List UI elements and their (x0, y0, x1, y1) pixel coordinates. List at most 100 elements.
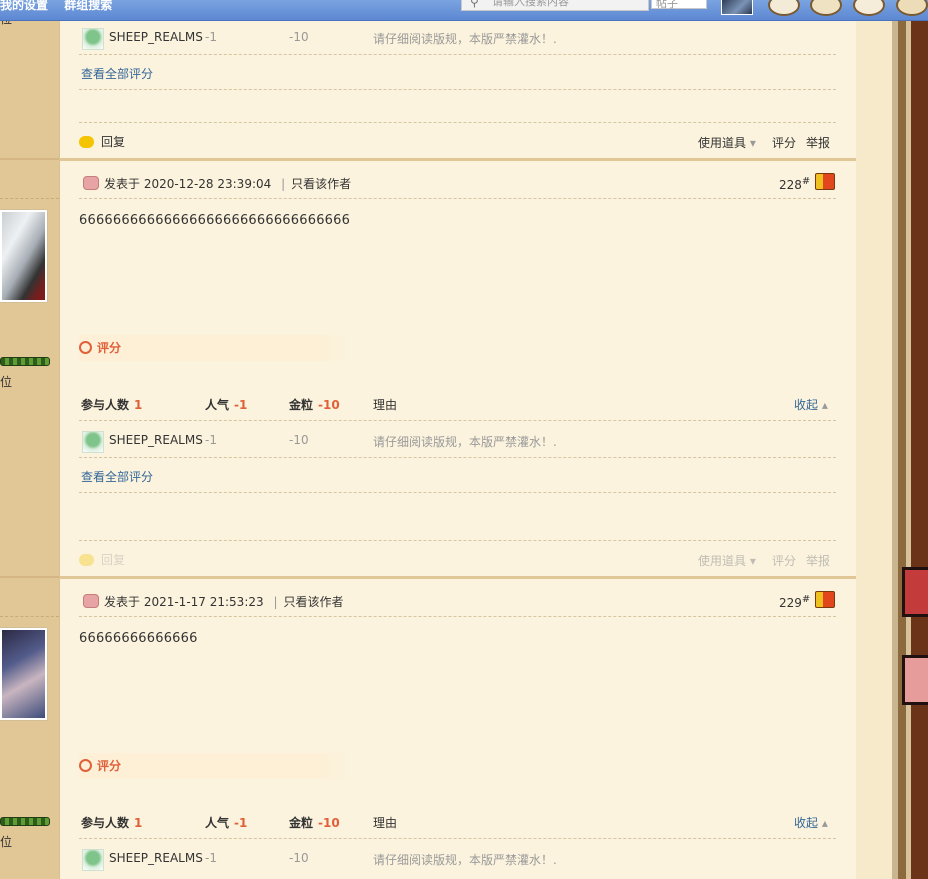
coins-label: 金粒 (289, 398, 314, 412)
user-icon[interactable] (82, 849, 104, 871)
divider (79, 122, 836, 123)
rating-header: 参与人数 1 (81, 816, 143, 830)
chevron-up-icon: ▴ (818, 398, 828, 412)
rating-title: 评分 (79, 757, 121, 774)
online-status-icon (83, 594, 99, 608)
view-all-ratings-link[interactable]: 查看全部评分 (81, 468, 153, 485)
rater-name[interactable]: SHEEP_REALMS (109, 433, 203, 447)
use-item-button[interactable]: 使用道具 ▾ (698, 552, 756, 569)
divider (79, 420, 836, 421)
gift-icon[interactable] (810, 0, 842, 16)
search-placeholder: 请输入搜索内容 (492, 0, 569, 8)
search-type-select[interactable]: 帖子 (651, 0, 707, 10)
popularity-label: 人气 (205, 398, 230, 412)
chevron-up-icon: ▴ (818, 816, 828, 830)
divider (79, 457, 836, 458)
rating-banner: 评分 (79, 753, 349, 779)
post-meta: 发表于 2020-12-28 23:39:04 | 只看该作者 (83, 175, 351, 192)
rating-popularity: -1 (205, 30, 217, 44)
top-link[interactable]: 群组搜索 (64, 0, 112, 12)
divider (79, 540, 836, 541)
report-button[interactable]: 举报 (806, 552, 830, 569)
page-right-frame (856, 0, 928, 879)
rating-entry: SHEEP_REALMS -1 -10 请仔细阅读版规，本版严禁灌水！. (79, 849, 836, 877)
sidebar-divider (0, 616, 59, 617)
rating-popularity: -1 (205, 851, 217, 865)
floor-number[interactable]: 228# (779, 176, 810, 192)
post-separator (60, 576, 856, 579)
reply-button[interactable]: 回复 (79, 551, 125, 568)
reason-label: 理由 (373, 816, 398, 830)
post-date: 发表于 2020-12-28 23:39:04 (104, 177, 272, 191)
sidebar-separator (0, 158, 59, 160)
rating-title: 评分 (79, 339, 121, 356)
ring-icon (79, 759, 92, 772)
author-sidebar: 位 位 位 (0, 0, 60, 879)
rating-reason: 请仔细阅读版规，本版严禁灌水！. (373, 32, 557, 46)
post-meta: 发表于 2021-1-17 21:53:23 | 只看该作者 (83, 593, 344, 610)
ring-icon (79, 341, 92, 354)
rate-button[interactable]: 评分 (772, 552, 796, 569)
use-item-button[interactable]: 使用道具 ▾ (698, 134, 756, 151)
rating-entry: SHEEP_REALMS -1 -10 请仔细阅读版规，本版严禁灌水！. (79, 431, 836, 459)
reply-button[interactable]: 回复 (79, 133, 125, 150)
notification-icon[interactable] (853, 0, 885, 16)
reason-label: 理由 (373, 398, 398, 412)
popularity-label: 人气 (205, 816, 230, 830)
reply-icon (79, 136, 94, 148)
rater-name[interactable]: SHEEP_REALMS (109, 851, 203, 865)
user-avatar[interactable] (721, 0, 753, 15)
post-separator (60, 158, 856, 161)
rate-button[interactable]: 评分 (772, 134, 796, 151)
search-input[interactable]: ⚲ 请输入搜索内容 (461, 0, 649, 11)
divider (79, 838, 836, 839)
post-body: 66666666666666 (79, 631, 198, 646)
user-icon[interactable] (82, 431, 104, 453)
collapse-button[interactable]: 收起 ▴ (794, 396, 828, 413)
user-icon[interactable] (82, 28, 104, 50)
search-icon[interactable]: ⚲ (470, 0, 479, 9)
popularity-total: -1 (234, 816, 248, 830)
sidebar-separator (0, 576, 59, 578)
post-body: 66666666666666666666666666666666 (79, 213, 351, 228)
chevron-down-icon: ▾ (746, 554, 756, 568)
divider (79, 89, 836, 90)
view-all-ratings-link[interactable]: 查看全部评分 (81, 65, 153, 82)
flag-icon[interactable] (815, 173, 835, 190)
avatar[interactable] (0, 210, 47, 302)
rater-name[interactable]: SHEEP_REALMS (109, 30, 203, 44)
rating-header: 参与人数 1 (81, 398, 143, 412)
popularity-total: -1 (234, 398, 248, 412)
side-decoration-block (902, 567, 928, 617)
side-decoration-block (902, 655, 928, 705)
report-button[interactable]: 举报 (806, 134, 830, 151)
rating-entry: SHEEP_REALMS -1 -10 请仔细阅读版规，本版严禁灌水！. (79, 28, 836, 56)
reply-icon (79, 554, 94, 566)
rating-coins: -10 (289, 851, 309, 865)
divider (79, 616, 836, 617)
level-progress-bar (0, 817, 50, 826)
top-links: 我的设置 群组搜索 (0, 0, 124, 13)
flag-icon[interactable] (815, 591, 835, 608)
coins-total: -10 (318, 816, 340, 830)
divider (79, 198, 836, 199)
avatar[interactable] (0, 628, 47, 720)
rating-coins: -10 (289, 433, 309, 447)
sidebar-label: 位 (0, 835, 13, 849)
post-date: 发表于 2021-1-17 21:53:23 (104, 595, 264, 609)
collapse-button[interactable]: 收起 ▴ (794, 814, 828, 831)
menu-icon[interactable] (896, 0, 928, 16)
message-icon[interactable] (768, 0, 800, 16)
rating-popularity: -1 (205, 433, 217, 447)
divider (79, 54, 836, 55)
top-toolbar: 我的设置 群组搜索 ⚲ 请输入搜索内容 帖子 (0, 0, 928, 21)
level-progress-bar (0, 357, 50, 366)
only-author-link[interactable]: 只看该作者 (291, 177, 351, 191)
rating-coins: -10 (289, 30, 309, 44)
only-author-link[interactable]: 只看该作者 (284, 595, 344, 609)
chevron-down-icon: ▾ (746, 136, 756, 150)
floor-number[interactable]: 229# (779, 594, 810, 610)
top-link[interactable]: 我的设置 (0, 0, 48, 12)
coins-total: -10 (318, 398, 340, 412)
coins-label: 金粒 (289, 816, 314, 830)
